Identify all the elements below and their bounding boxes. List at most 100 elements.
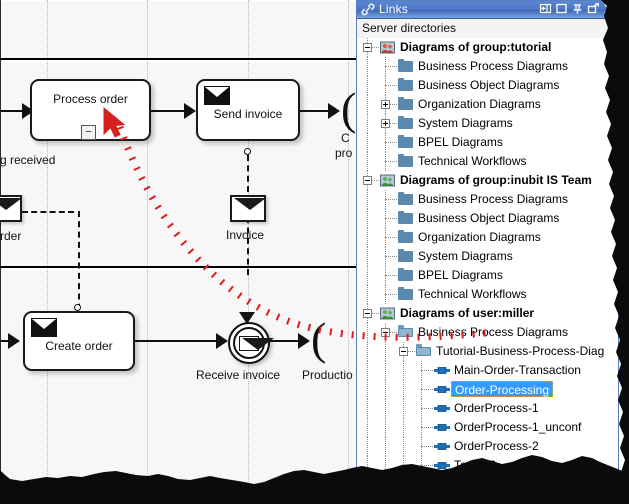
tree-guide-line xyxy=(367,399,368,418)
tree-row[interactable]: Order-Processing xyxy=(357,380,618,399)
tree-row[interactable]: Tutorial-Business-Process-Diag xyxy=(357,342,618,361)
tree-row-label: System Diagrams xyxy=(418,249,513,263)
expand-toggle[interactable] xyxy=(381,119,390,128)
tree-guide-line xyxy=(403,456,404,475)
collapse-toggle[interactable] xyxy=(381,328,390,337)
sequence-flow xyxy=(300,110,328,112)
envelope-flap xyxy=(242,338,256,343)
tree-guide-line xyxy=(385,294,397,295)
tree-guide-line xyxy=(385,142,397,143)
sequence-flow xyxy=(0,110,22,112)
diagram-canvas[interactable]: Process order − Send invoice ( g receive… xyxy=(0,0,370,504)
tree-row[interactable]: OrderProcess-1_unconf xyxy=(357,418,618,437)
subprocess-collapse-marker[interactable]: − xyxy=(81,125,96,140)
tree-row-label: BPEL Diagrams xyxy=(418,135,503,149)
tree-row[interactable]: Main-Order-Transaction xyxy=(357,361,618,380)
tree-row[interactable]: Organization Diagrams xyxy=(357,228,618,247)
float-button[interactable] xyxy=(587,2,600,15)
expand-toggle[interactable] xyxy=(381,100,390,109)
tree-guide-line xyxy=(421,427,433,428)
message-envelope-icon xyxy=(239,336,274,351)
tree-row[interactable]: System Diagrams xyxy=(357,247,618,266)
tree-row[interactable]: Diagrams of group:tutorial xyxy=(357,38,618,57)
folder-closed-icon xyxy=(398,287,413,300)
tree-row[interactable]: Business Object Diagrams xyxy=(357,475,618,494)
pin-button[interactable] xyxy=(571,2,584,15)
tree-guide-line xyxy=(367,342,368,361)
group-icon-green-icon xyxy=(380,174,395,187)
message-invoice-icon[interactable] xyxy=(230,195,266,222)
maximize-button[interactable] xyxy=(555,2,568,15)
task-process-order[interactable]: Process order − xyxy=(30,79,151,141)
tree-row[interactable]: Technical Workflows xyxy=(357,285,618,304)
tree-row[interactable]: Diagrams of user:miller xyxy=(357,304,618,323)
tree-row-label: OrderProcess-1_unconf xyxy=(454,420,582,434)
tree-row[interactable]: BPEL Diagrams xyxy=(357,266,618,285)
tree-guide-line xyxy=(367,247,368,266)
tree-guide-line xyxy=(367,418,368,437)
tree-guide-line xyxy=(385,218,397,219)
collapse-toggle[interactable] xyxy=(363,309,372,318)
gateway-marker: ( xyxy=(341,83,357,134)
diagram-icon xyxy=(434,443,450,450)
panel-titlebar[interactable]: Links xyxy=(357,1,618,19)
tree-row-label: Business Object Diagrams xyxy=(418,477,560,491)
tree-row[interactable]: OrderProcess-2 xyxy=(357,437,618,456)
tree-row[interactable]: Business Object Diagrams xyxy=(357,209,618,228)
tree-row[interactable]: OrderProcess-1 xyxy=(357,399,618,418)
tree-guide-line xyxy=(403,380,404,399)
lane-separator xyxy=(0,266,369,268)
tree-guide-line xyxy=(367,475,368,494)
label-gateway-top-1: C xyxy=(341,131,350,145)
tree-guide-line xyxy=(421,446,433,447)
collapse-toggle[interactable] xyxy=(363,43,372,52)
grid-line xyxy=(47,0,48,504)
links-panel[interactable]: Links Server directories Diagrams of gro… xyxy=(356,0,619,496)
tree-guide-line xyxy=(367,361,368,380)
group-icon-red-icon xyxy=(380,41,395,54)
tree-row[interactable]: Organization Diagrams xyxy=(357,95,618,114)
collapse-toggle[interactable] xyxy=(399,347,408,356)
tree-row[interactable]: System Diagrams xyxy=(357,114,618,133)
tree-guide-line xyxy=(367,380,368,399)
tree-guide-line xyxy=(367,323,368,342)
dock-left-button[interactable] xyxy=(539,2,552,15)
task-send-invoice[interactable]: Send invoice xyxy=(196,79,300,141)
group-icon-green-icon xyxy=(380,307,395,320)
tree-row-label: Organization Diagrams xyxy=(418,230,541,244)
tree-guide-line xyxy=(367,57,368,76)
close-button[interactable] xyxy=(603,2,616,15)
tree-row[interactable]: Business Process Diagrams xyxy=(357,190,618,209)
tree-row-label: Diagrams of group:inubit IS Team xyxy=(400,173,592,187)
label-production: Productio xyxy=(302,368,353,382)
tree-guide-line xyxy=(421,465,433,466)
envelope-flap xyxy=(236,199,264,209)
tree-row[interactable]: BPEL Diagrams xyxy=(357,133,618,152)
tree-row[interactable]: Technical Workflows xyxy=(357,152,618,171)
tree-row[interactable]: Business Process Diagrams xyxy=(357,57,618,76)
tree-row-label: Technical Workflows xyxy=(418,287,527,301)
association-line xyxy=(22,211,74,213)
tree-row[interactable]: Organization Diagrams xyxy=(357,494,618,495)
task-create-order[interactable]: Create order xyxy=(23,311,135,371)
tree-row-label: Diagrams of user:miller xyxy=(400,306,535,320)
flow-arrowhead xyxy=(328,103,340,119)
tree-guide-line xyxy=(367,114,368,133)
tree-row[interactable]: Test123 xyxy=(357,456,618,475)
collapse-toggle[interactable] xyxy=(363,176,372,185)
folder-closed-icon xyxy=(398,154,413,167)
subheader-label: Server directories xyxy=(362,21,457,35)
tree-row[interactable]: Business Process Diagrams xyxy=(357,323,618,342)
tree-guide-line xyxy=(403,399,404,418)
label-message-invoice: Invoice xyxy=(226,228,265,242)
tree-row-label: Business Process Diagrams xyxy=(418,192,569,206)
server-directories-tree[interactable]: Diagrams of group:tutorial Business Proce… xyxy=(357,38,618,495)
tree-guide-line xyxy=(403,361,404,380)
event-receive-invoice[interactable] xyxy=(228,322,274,364)
tree-guide-line xyxy=(403,437,404,456)
message-order-icon[interactable] xyxy=(0,195,22,222)
tree-guide-line xyxy=(385,361,386,380)
selected-tree-item[interactable]: Order-Processing xyxy=(451,381,553,397)
tree-row[interactable]: Diagrams of group:inubit IS Team xyxy=(357,171,618,190)
tree-row[interactable]: Business Object Diagrams xyxy=(357,76,618,95)
